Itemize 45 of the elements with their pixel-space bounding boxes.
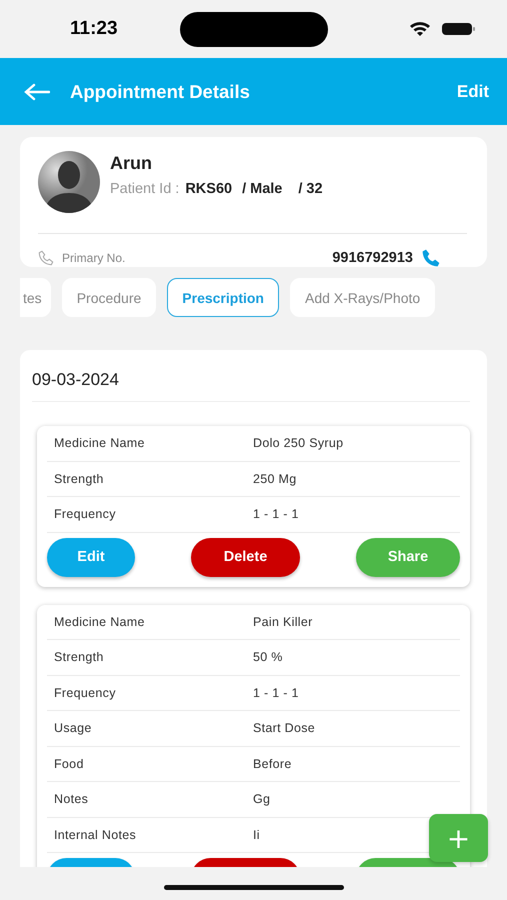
prescription-date: 09-03-2024 — [32, 370, 120, 390]
tab[interactable]: Procedure — [62, 278, 156, 317]
field-value: Ii — [253, 828, 260, 842]
field-value: 250 Mg — [253, 472, 296, 486]
phone-label: Primary No. — [62, 251, 126, 265]
delete-button[interactable]: Delete — [191, 538, 300, 576]
field-value: Before — [253, 756, 292, 771]
field-value: 50 % — [253, 650, 283, 664]
field-value: 1 - 1 - 1 — [253, 507, 299, 522]
field-label: Usage — [53, 721, 93, 736]
field-label: Food — [53, 756, 85, 771]
status-time: 11:23 — [70, 18, 119, 40]
avatar — [38, 151, 100, 213]
field-value: 1 - 1 - 1 — [253, 686, 299, 700]
field-label: Internal Notes — [53, 828, 138, 842]
field-value: Start Dose — [253, 721, 316, 736]
patient-id: RKS60 — [185, 181, 232, 197]
patient-name: Arun — [110, 153, 153, 174]
tab[interactable]: tes — [20, 278, 51, 317]
patient-age: / 32 — [298, 181, 323, 197]
field-label: Frequency — [53, 686, 117, 700]
patient-id-label: Patient Id : — [110, 181, 180, 197]
field-value: Pain Killer — [253, 614, 313, 629]
phone-icon — [38, 250, 54, 266]
field-label: Medicine Name — [53, 436, 146, 450]
patient-gender: / Male — [242, 181, 282, 197]
tab[interactable]: Add X-Rays/Photo — [290, 278, 436, 317]
phone-number: 9916792913 — [332, 250, 413, 266]
page-title: Appointment Details — [70, 80, 250, 102]
edit-button[interactable]: Edit — [456, 82, 489, 102]
battery-icon — [441, 21, 477, 37]
field-label: Strength — [53, 650, 105, 664]
tab[interactable]: Prescription — [167, 278, 279, 317]
field-label: Notes — [53, 792, 90, 806]
share-button[interactable]: Share — [356, 538, 460, 576]
wifi-icon — [409, 21, 431, 37]
field-value: Gg — [253, 792, 270, 806]
field-label: Medicine Name — [53, 614, 146, 629]
add-button[interactable]: + — [429, 814, 488, 862]
back-arrow-icon[interactable] — [24, 82, 50, 100]
field-label: Strength — [53, 472, 105, 486]
call-icon[interactable] — [421, 248, 441, 268]
edit-button[interactable]: Edit — [47, 538, 135, 576]
field-label: Frequency — [53, 507, 117, 522]
field-value: Dolo 250 Syrup — [253, 436, 344, 450]
